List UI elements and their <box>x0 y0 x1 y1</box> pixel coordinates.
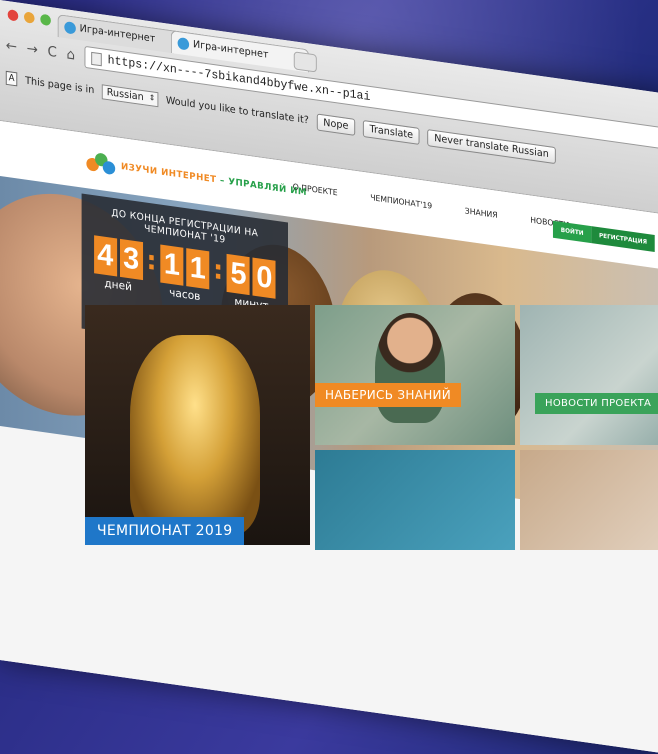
colon-separator: : <box>146 245 157 277</box>
days-digit: 3 <box>119 238 143 281</box>
news-label: НОВОСТИ ПРОЕКТА <box>535 393 658 414</box>
forward-arrow-icon[interactable]: → <box>27 41 38 59</box>
close-window-button[interactable] <box>7 9 19 22</box>
hours-digit: 1 <box>186 248 210 290</box>
register-button[interactable]: РЕГИСТРАЦИЯ <box>591 226 655 253</box>
favicon-icon <box>64 21 76 35</box>
days-label: дней <box>104 276 132 294</box>
language-select[interactable]: Russian <box>101 83 159 107</box>
hours-digit: 1 <box>160 244 184 286</box>
championship-tile[interactable]: ЧЕМПИОНАТ 2019 <box>85 305 310 545</box>
girl-photo-tile[interactable] <box>520 450 658 550</box>
reload-icon[interactable]: C <box>47 44 56 61</box>
days-digit: 4 <box>93 235 117 277</box>
championship-label: ЧЕМПИОНАТ 2019 <box>85 517 245 545</box>
favicon-icon <box>177 36 190 51</box>
never-translate-button[interactable]: Never translate Russian <box>427 128 556 164</box>
nope-button[interactable]: Nope <box>316 112 356 136</box>
menu-item-knowledge[interactable]: ЗНАНИЯ <box>465 206 498 220</box>
auth-buttons: ВОЙТИ РЕГИСТРАЦИЯ <box>553 220 655 253</box>
hours-group: 1 1 часов <box>160 244 210 305</box>
tab-title: Игра-интернет <box>79 23 156 45</box>
tablet-photo-tile[interactable] <box>315 450 515 550</box>
colon-separator: : <box>213 254 224 287</box>
minutes-digit: 0 <box>252 257 276 299</box>
translate-question: Would you like to translate it? <box>165 94 309 126</box>
minimize-window-button[interactable] <box>24 11 35 24</box>
content-tiles: ЧЕМПИОНАТ 2019 НАБЕРИСЬ ЗНАНИЙ НОВОСТИ П… <box>85 305 658 565</box>
knowledge-tile[interactable]: НАБЕРИСЬ ЗНАНИЙ <box>315 305 515 445</box>
translate-prefix: This page is in <box>25 75 95 96</box>
zoom-window-button[interactable] <box>40 13 51 27</box>
back-arrow-icon[interactable]: ← <box>6 38 17 56</box>
trophy-image <box>130 335 260 535</box>
login-button[interactable]: ВОЙТИ <box>553 220 592 244</box>
page-icon <box>91 51 102 66</box>
window-controls <box>7 9 51 27</box>
hours-label: часов <box>169 285 201 304</box>
menu-item-championship[interactable]: ЧЕМПИОНАТ'19 <box>370 193 432 211</box>
translate-icon: A <box>5 70 18 87</box>
tab-title: Игра-интернет <box>192 39 269 61</box>
home-icon[interactable]: ⌂ <box>66 46 75 63</box>
knowledge-label: НАБЕРИСЬ ЗНАНИЙ <box>315 383 462 407</box>
translate-button[interactable]: Translate <box>362 119 420 145</box>
news-tile[interactable]: НОВОСТИ ПРОЕКТА <box>520 305 658 445</box>
days-group: 4 3 дней <box>93 235 143 295</box>
new-tab-button[interactable] <box>293 51 317 73</box>
logo-mark-icon <box>86 151 116 177</box>
logo-text: ИЗУЧИ ИНТЕРНЕТ – УПРАВЛЯЙ ИМ <box>120 161 308 199</box>
minutes-digit: 5 <box>226 253 250 296</box>
